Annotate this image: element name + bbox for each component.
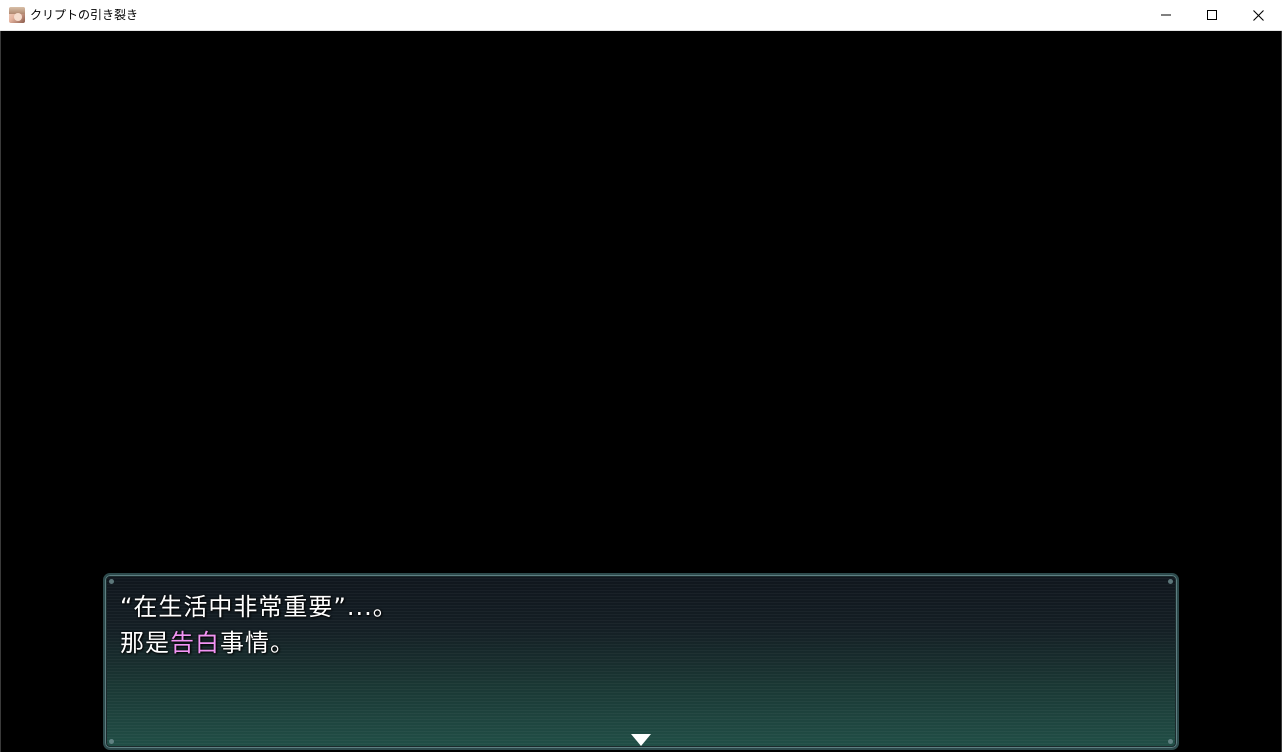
message-text: 那是 bbox=[120, 629, 170, 657]
message-line-1: “在生活中非常重要”...。 bbox=[120, 593, 398, 621]
minimize-button[interactable] bbox=[1143, 0, 1189, 30]
character-portrait-icon bbox=[9, 7, 25, 23]
message-text: 事情。 bbox=[220, 629, 295, 657]
corner-ornament bbox=[1168, 739, 1173, 744]
message-window[interactable]: “在生活中非常重要”...。 那是告白事情。 bbox=[103, 573, 1179, 750]
close-icon bbox=[1252, 9, 1264, 21]
corner-ornament bbox=[109, 739, 114, 744]
minimize-icon bbox=[1161, 14, 1171, 16]
corner-ornament bbox=[1168, 579, 1173, 584]
title-bar[interactable]: クリプトの引き裂き bbox=[0, 0, 1282, 31]
window-title: クリプトの引き裂き bbox=[30, 8, 139, 22]
highlighted-keyword: 告白 bbox=[170, 629, 220, 657]
app-icon-face bbox=[14, 13, 22, 21]
corner-ornament bbox=[109, 579, 114, 584]
game-window: クリプトの引き裂き “在生活中非常重要”...。 那是告白事情。 bbox=[0, 0, 1282, 752]
maximize-icon bbox=[1207, 10, 1217, 20]
message-line-2: 那是告白事情。 bbox=[120, 627, 295, 659]
continue-arrow-icon[interactable] bbox=[631, 734, 651, 746]
window-left-border bbox=[0, 31, 1, 752]
close-button[interactable] bbox=[1235, 0, 1281, 30]
maximize-button[interactable] bbox=[1189, 0, 1235, 30]
